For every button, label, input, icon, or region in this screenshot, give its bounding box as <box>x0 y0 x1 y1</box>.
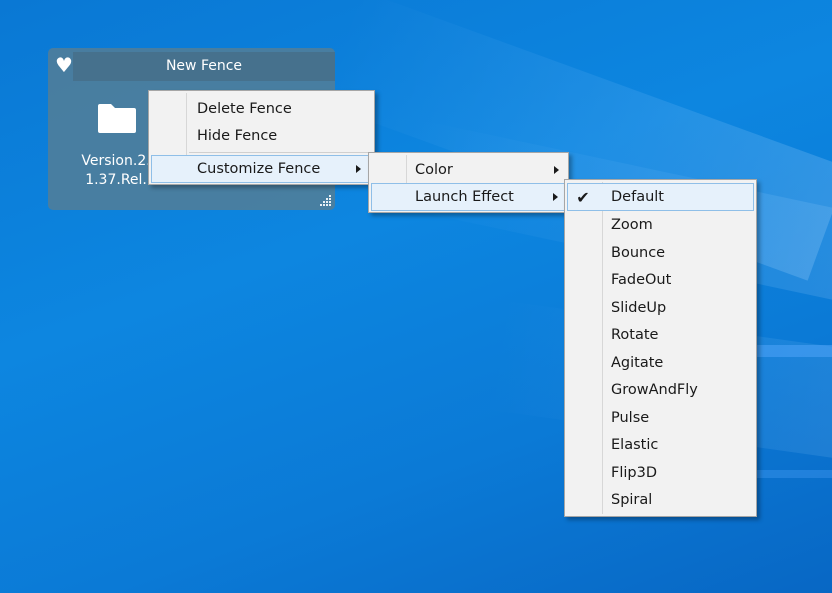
folder-icon[interactable] <box>96 102 138 134</box>
menu-item-label: GrowAndFly <box>611 381 698 398</box>
menu-item-effect-elastic[interactable]: Elastic <box>567 431 754 458</box>
menu-separator <box>189 152 370 153</box>
menu-item-label: Customize Fence <box>197 161 321 177</box>
menu-item-delete-fence[interactable]: Delete Fence <box>151 95 372 122</box>
menu-item-customize-fence[interactable]: Customize Fence <box>151 155 372 183</box>
menu-item-label: Launch Effect <box>415 189 514 205</box>
fence-title[interactable]: New Fence <box>73 52 335 81</box>
menu-item-label: Default <box>611 189 664 205</box>
submenu-arrow-icon <box>553 193 558 201</box>
menu-item-effect-pulse[interactable]: Pulse <box>567 404 754 431</box>
launch-effect-submenu: ✔ Default Zoom Bounce FadeOut SlideUp Ro… <box>564 179 757 517</box>
submenu-arrow-icon <box>356 165 361 173</box>
menu-item-label: Flip3D <box>611 464 657 481</box>
menu-item-label: Rotate <box>611 326 659 343</box>
menu-item-effect-default[interactable]: ✔ Default <box>567 183 754 211</box>
menu-item-effect-slideup[interactable]: SlideUp <box>567 294 754 321</box>
submenu-arrow-icon <box>554 165 559 174</box>
menu-item-effect-bounce[interactable]: Bounce <box>567 239 754 266</box>
menu-item-label: Hide Fence <box>197 127 278 144</box>
menu-item-effect-flip3d[interactable]: Flip3D <box>567 459 754 486</box>
customize-fence-submenu: Color Launch Effect <box>368 152 569 213</box>
menu-item-effect-rotate[interactable]: Rotate <box>567 321 754 348</box>
menu-item-launch-effect[interactable]: Launch Effect <box>371 183 566 211</box>
menu-item-label: SlideUp <box>611 299 667 316</box>
desktop-background: ♥ New Fence Version.2.5 1.37.Rel... Dele… <box>0 0 832 593</box>
menu-item-label: Bounce <box>611 244 666 261</box>
fence-context-menu: Delete Fence Hide Fence Customize Fence <box>148 90 375 185</box>
menu-item-label: Agitate <box>611 354 664 371</box>
menu-item-label: Color <box>415 161 453 178</box>
checkmark-icon: ✔ <box>576 187 590 207</box>
menu-item-label: Pulse <box>611 409 650 426</box>
resize-grip-icon[interactable] <box>320 195 332 207</box>
menu-item-label: Elastic <box>611 436 659 453</box>
menu-item-effect-zoom[interactable]: Zoom <box>567 211 754 238</box>
heart-icon[interactable]: ♥ <box>53 54 75 76</box>
menu-item-color[interactable]: Color <box>371 156 566 183</box>
menu-item-effect-spiral[interactable]: Spiral <box>567 486 754 513</box>
menu-item-hide-fence[interactable]: Hide Fence <box>151 122 372 149</box>
menu-item-label: Delete Fence <box>197 100 292 117</box>
menu-item-label: Zoom <box>611 216 653 233</box>
menu-item-label: Spiral <box>611 491 653 508</box>
menu-item-effect-fadeout[interactable]: FadeOut <box>567 266 754 293</box>
menu-item-effect-agitate[interactable]: Agitate <box>567 349 754 376</box>
menu-item-effect-growandfly[interactable]: GrowAndFly <box>567 376 754 403</box>
menu-item-label: FadeOut <box>611 271 672 288</box>
